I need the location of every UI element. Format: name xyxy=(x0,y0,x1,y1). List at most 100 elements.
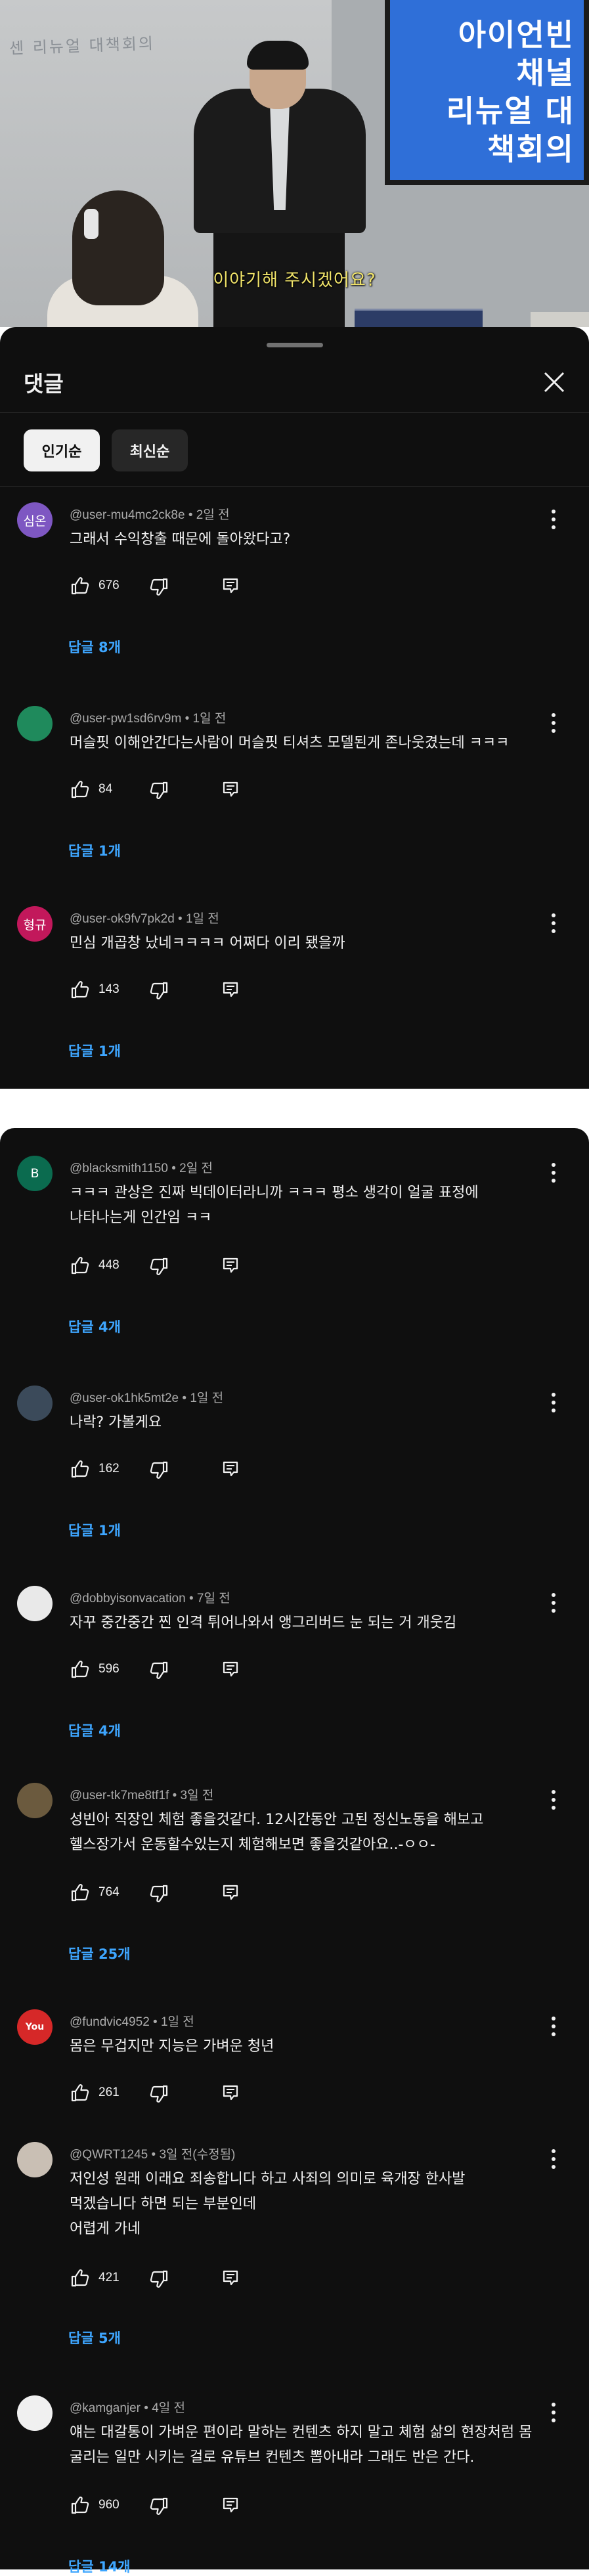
avatar[interactable]: 심온 xyxy=(17,502,53,538)
avatar[interactable] xyxy=(17,1783,53,1818)
sort-chip-newest[interactable]: 최신순 xyxy=(112,429,188,471)
header-divider xyxy=(0,412,589,413)
thumbs-down-icon[interactable] xyxy=(148,2083,171,2105)
avatar[interactable]: 형규 xyxy=(17,906,53,942)
reply-icon[interactable] xyxy=(221,1659,240,1679)
avatar[interactable] xyxy=(17,2395,53,2431)
more-vert-icon[interactable] xyxy=(545,711,562,735)
view-replies-link[interactable]: 답글 25개 xyxy=(68,1944,131,1963)
view-replies-link[interactable]: 답글 5개 xyxy=(68,2328,121,2347)
video-player[interactable]: 센 리뉴얼 대책회의 아이언빈 채널 리뉴얼 대 책회의 이야기해 주시겠어요? xyxy=(0,0,589,327)
comment-author[interactable]: @user-ok1hk5mt2e xyxy=(70,1391,179,1405)
view-replies-link[interactable]: 답글 1개 xyxy=(68,1520,121,1540)
comment-author[interactable]: @user-ok9fv7pk2d xyxy=(70,912,175,926)
view-replies-link[interactable]: 답글 8개 xyxy=(68,637,121,657)
comment-author[interactable]: @user-pw1sd6rv9m xyxy=(70,712,181,726)
reply-icon[interactable] xyxy=(221,576,240,596)
comment-actions: 421 xyxy=(68,2265,298,2292)
reply-icon[interactable] xyxy=(221,1459,240,1479)
thumbs-up-icon[interactable] xyxy=(68,1881,91,1904)
reply-icon[interactable] xyxy=(221,1255,240,1275)
comment-meta: @fundvic4952 • 1일 전 xyxy=(70,2012,194,2030)
sort-chip-top[interactable]: 인기순 xyxy=(24,429,100,471)
thumbs-up-icon[interactable] xyxy=(68,1658,91,1680)
thumbs-down-icon[interactable] xyxy=(148,1255,171,1278)
laptop xyxy=(355,309,483,327)
comment-author[interactable]: @kamganjer xyxy=(70,2401,141,2415)
comment-actions: 143 xyxy=(68,977,298,1003)
thumbs-up-icon[interactable] xyxy=(68,575,91,597)
comment-actions: 960 xyxy=(68,2493,298,2519)
sheet-drag-handle[interactable] xyxy=(267,343,323,347)
thumbs-down-icon[interactable] xyxy=(148,980,171,1002)
more-vert-icon[interactable] xyxy=(545,911,562,935)
more-vert-icon[interactable] xyxy=(545,2015,562,2038)
avatar[interactable] xyxy=(17,2142,53,2177)
meta-separator: • xyxy=(153,2015,161,2029)
comment-text-line: 굴리는 일만 시키는 걸로 유튜브 컨텐츠 뽑아내라 그래도 반은 간다. xyxy=(70,2449,475,2466)
reply-icon[interactable] xyxy=(221,779,240,799)
comment-text-line: 저인성 원래 이래요 죄송합니다 하고 사죄의 의미로 육개장 한사발 xyxy=(70,2171,466,2187)
avatar[interactable] xyxy=(17,1586,53,1621)
like-count: 421 xyxy=(98,2271,120,2284)
avatar[interactable] xyxy=(17,1386,53,1421)
reply-icon[interactable] xyxy=(221,1883,240,1902)
thumbs-down-icon[interactable] xyxy=(148,576,171,598)
thumbs-up-icon[interactable] xyxy=(68,978,91,1001)
more-vert-icon[interactable] xyxy=(545,1391,562,1414)
view-replies-link[interactable]: 답글 4개 xyxy=(68,1317,121,1336)
comment-author[interactable]: @blacksmith1150 xyxy=(70,1162,168,1175)
more-vert-icon[interactable] xyxy=(545,1591,562,1615)
thumbs-down-icon[interactable] xyxy=(148,2268,171,2290)
more-vert-icon[interactable] xyxy=(545,1788,562,1812)
more-vert-icon[interactable] xyxy=(545,2401,562,2424)
comment-time: 1일 전 xyxy=(190,1391,224,1405)
thumbs-down-icon[interactable] xyxy=(148,779,171,802)
comment-actions: 84 xyxy=(68,777,298,803)
avatar[interactable] xyxy=(17,706,53,741)
thumbs-down-icon[interactable] xyxy=(148,1459,171,1481)
comment-meta: @dobbyisonvacation • 7일 전 xyxy=(70,1588,230,1606)
meta-separator: • xyxy=(178,912,186,926)
thumbs-up-icon[interactable] xyxy=(68,2267,91,2289)
thumbs-down-icon[interactable] xyxy=(148,1883,171,1905)
thumbs-up-icon[interactable] xyxy=(68,778,91,800)
comment-meta: @user-tk7me8tf1f • 3일 전 xyxy=(70,1785,213,1803)
more-vert-icon[interactable] xyxy=(545,2147,562,2171)
view-replies-link[interactable]: 답글 14개 xyxy=(68,2556,131,2576)
comment-time: 2일 전 xyxy=(196,508,230,522)
close-icon[interactable] xyxy=(540,368,569,397)
view-replies-link[interactable]: 답글 1개 xyxy=(68,840,121,860)
like-count: 84 xyxy=(98,782,113,796)
more-vert-icon[interactable] xyxy=(545,508,562,531)
thumbs-up-icon[interactable] xyxy=(68,1254,91,1277)
reply-icon[interactable] xyxy=(221,980,240,999)
reply-icon[interactable] xyxy=(221,2268,240,2288)
reply-icon[interactable] xyxy=(221,2495,240,2515)
like-count: 162 xyxy=(98,1462,120,1475)
comment-author[interactable]: @dobbyisonvacation xyxy=(70,1592,186,1605)
thumbs-down-icon[interactable] xyxy=(148,2495,171,2518)
comment-author[interactable]: @QWRT1245 xyxy=(70,2148,148,2162)
thumbs-down-icon[interactable] xyxy=(148,1659,171,1682)
view-replies-link[interactable]: 답글 4개 xyxy=(68,1720,121,1740)
like-count: 448 xyxy=(98,1258,120,1272)
comment-text-line: 머슬핏 이해안간다는사람이 머슬핏 티셔츠 모델된게 존나웃겼는데 ㅋㅋㅋ xyxy=(70,735,510,751)
comment-time: 3일 전(수정됨) xyxy=(159,2148,236,2162)
avatar[interactable]: You xyxy=(17,2009,53,2045)
comment-text-line: 얘는 대갈통이 가벼운 편이라 말하는 컨텐츠 하지 말고 체험 삶의 현장처럼… xyxy=(70,2424,533,2441)
presenter-hair xyxy=(247,41,309,70)
comment-text: 그래서 수익창출 때문에 돌아왔다고? xyxy=(70,527,529,552)
comment-author[interactable]: @fundvic4952 xyxy=(70,2015,150,2029)
reply-icon[interactable] xyxy=(221,2083,240,2103)
more-vert-icon[interactable] xyxy=(545,1161,562,1185)
thumbs-up-icon[interactable] xyxy=(68,2082,91,2104)
view-replies-link[interactable]: 답글 1개 xyxy=(68,1041,121,1060)
comment-author[interactable]: @user-mu4mc2ck8e xyxy=(70,508,185,522)
thumbs-up-icon[interactable] xyxy=(68,2494,91,2516)
comment-text-line: 그래서 수익창출 때문에 돌아왔다고? xyxy=(70,531,291,548)
screenshot-gap xyxy=(0,1089,589,1128)
comment-author[interactable]: @user-tk7me8tf1f xyxy=(70,1789,169,1802)
avatar[interactable]: B xyxy=(17,1156,53,1191)
thumbs-up-icon[interactable] xyxy=(68,1458,91,1480)
